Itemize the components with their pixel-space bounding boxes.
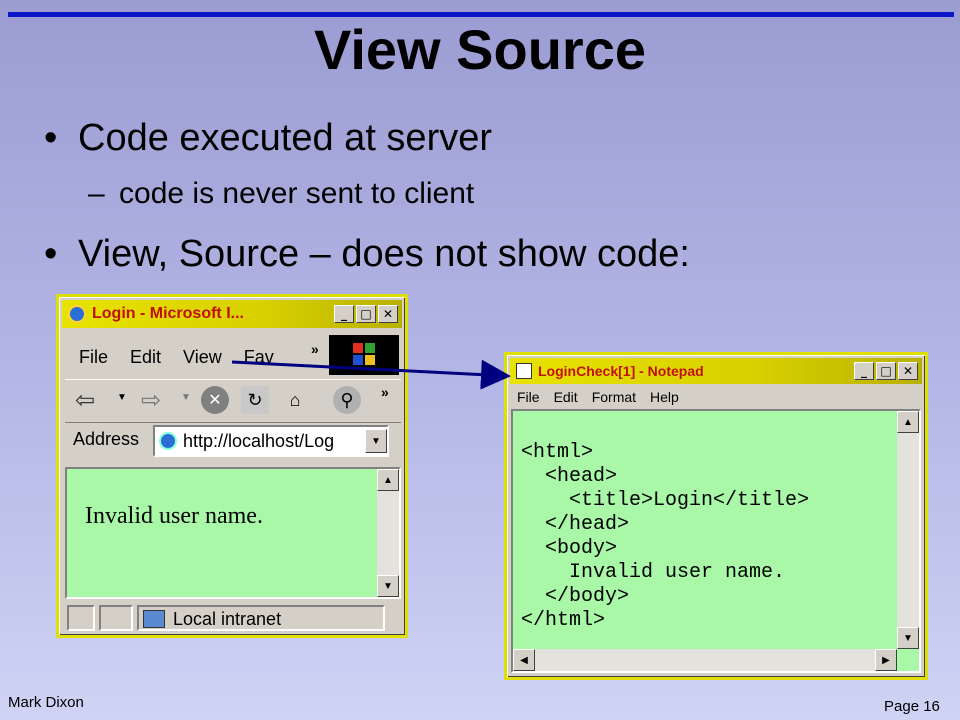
- arrow-line: [231, 359, 511, 390]
- connector-arrow: [231, 359, 511, 390]
- page-number: Page 16: [884, 698, 940, 715]
- author-name: Mark Dixon: [8, 694, 84, 711]
